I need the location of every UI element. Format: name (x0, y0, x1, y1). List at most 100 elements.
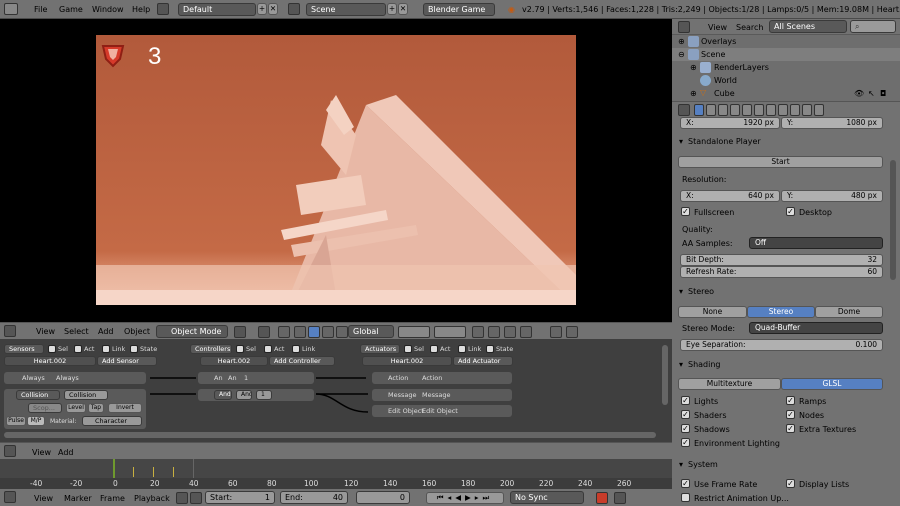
refresh-rate-field[interactable]: Refresh Rate: 60 (680, 266, 883, 278)
outliner-search-input[interactable]: ⌕ (850, 20, 896, 33)
timeline-menu-playback[interactable]: Playback (134, 492, 170, 505)
sensor-collision-type[interactable]: Collision (16, 390, 60, 400)
record-icon[interactable] (176, 492, 188, 504)
environment-lighting-checkbox[interactable]: ✓ (681, 438, 690, 447)
controllers-act-checkbox[interactable] (264, 345, 272, 353)
current-frame-field[interactable]: 0 (356, 491, 410, 504)
snap-icon[interactable] (504, 326, 516, 338)
sensors-link-checkbox[interactable] (102, 345, 110, 353)
system-panel-header[interactable]: System (676, 458, 886, 472)
manipulator-icon[interactable] (278, 326, 290, 338)
scene-field[interactable]: Scene (306, 3, 386, 16)
resolution-y-field[interactable]: Y: 480 px (781, 190, 883, 202)
logic-menu-add[interactable]: Add (58, 446, 74, 459)
outliner-item-overlays[interactable]: Overlays (701, 37, 736, 46)
add-actuator-select[interactable]: Add Actuator (453, 356, 513, 366)
viewport-shading-icon[interactable] (234, 326, 246, 338)
mp-button[interactable]: M/P (27, 416, 45, 426)
ramps-checkbox[interactable]: ✓ (786, 396, 795, 405)
render-anim-icon[interactable] (566, 326, 578, 338)
constraints-tab-icon[interactable] (754, 104, 764, 116)
controller-and-2-brick[interactable]: And And 1 (198, 389, 314, 401)
mode-select[interactable]: Object Mode (156, 325, 228, 338)
controller-2-name[interactable]: And (236, 390, 252, 400)
embedded-y-field[interactable]: Y: 1080 px (781, 117, 883, 129)
menu-add[interactable]: Add (98, 325, 114, 338)
outliner-item-renderlayers[interactable]: RenderLayers (714, 63, 769, 72)
controllers-sel-checkbox[interactable] (236, 345, 244, 353)
layers-grid-icon[interactable] (398, 326, 430, 338)
sensor-always-brick[interactable]: Always Always (4, 372, 146, 384)
menu-game[interactable]: Game (59, 3, 83, 16)
expand-icon[interactable]: ⊖ (678, 50, 685, 59)
render-engine-select[interactable]: Blender Game (423, 3, 495, 16)
outliner-row[interactable]: World (672, 74, 900, 87)
transform-orientation-icon[interactable] (336, 326, 348, 338)
shading-panel-header[interactable]: Shading (676, 358, 886, 372)
actuator-message-brick[interactable]: Message Message (372, 389, 512, 401)
desktop-checkbox[interactable]: ✓ (786, 207, 795, 216)
sensors-state-checkbox[interactable] (130, 345, 138, 353)
controller-1-state[interactable]: 1 (244, 374, 248, 382)
actuator-action-brick[interactable]: Action Action (372, 372, 512, 384)
menu-help[interactable]: Help (132, 3, 150, 16)
logic-editor-icon[interactable] (4, 445, 16, 457)
keying-set-icon[interactable] (614, 492, 626, 504)
scene-icon[interactable] (288, 3, 300, 15)
controller-2-state[interactable]: 1 (256, 390, 272, 400)
properties-scrollbar[interactable] (890, 160, 896, 280)
tap-button[interactable]: Tap (88, 403, 104, 413)
sensor-freq-field[interactable]: Scop... (28, 403, 62, 413)
stereo-panel-header[interactable]: Stereo (676, 285, 886, 299)
outliner-row[interactable]: ⊕ Overlays (672, 35, 900, 48)
expand-icon[interactable]: ⊕ (690, 63, 697, 72)
translate-icon[interactable] (294, 326, 306, 338)
outliner-row[interactable]: ⊖ Scene (672, 48, 900, 61)
controller-2-type[interactable]: And (214, 390, 232, 400)
use-frame-rate-checkbox[interactable]: ✓ (681, 479, 690, 488)
menu-object[interactable]: Object (124, 325, 150, 338)
layers-tab-icon[interactable] (706, 104, 716, 116)
outliner-item-world[interactable]: World (714, 76, 737, 85)
layers-grid-2-icon[interactable] (434, 326, 466, 338)
view3d-editor-icon[interactable] (4, 325, 16, 337)
embedded-x-field[interactable]: X: 1920 px (680, 117, 780, 129)
actuators-link-checkbox[interactable] (458, 345, 466, 353)
actuator-edit-type[interactable]: Edit Object (388, 407, 424, 415)
actuator-message-type[interactable]: Message (388, 391, 417, 399)
render-restrict-icon[interactable]: ◘ (880, 89, 886, 98)
start-frame-field[interactable]: Start: 1 (205, 491, 275, 504)
outliner-editor-icon[interactable] (678, 21, 690, 33)
stereo-none-button[interactable]: None (678, 306, 747, 318)
properties-editor-icon[interactable] (678, 104, 690, 116)
material-field[interactable]: Character (82, 416, 142, 426)
add-scene-button[interactable]: + (387, 3, 397, 15)
outliner-menu-view[interactable]: View (708, 21, 727, 34)
multitexture-button[interactable]: Multitexture (678, 378, 781, 390)
outliner-row[interactable]: ⊕ RenderLayers (672, 61, 900, 74)
world-tab-icon[interactable] (730, 104, 740, 116)
sensor-collision-brick[interactable]: Collision Collision Scop... Level Tap In… (4, 389, 146, 429)
aa-samples-select[interactable]: Off (749, 237, 883, 249)
menu-window[interactable]: Window (92, 3, 124, 16)
sensor-always-type[interactable]: Always (22, 374, 45, 382)
end-frame-field[interactable]: End: 40 (280, 491, 348, 504)
editor-type-icon[interactable] (4, 3, 18, 15)
object-tab-icon[interactable] (742, 104, 752, 116)
nodes-checkbox[interactable]: ✓ (786, 410, 795, 419)
invert-button[interactable]: Invert (108, 403, 142, 413)
texture-tab-icon[interactable] (802, 104, 812, 116)
snap-element-icon[interactable] (520, 326, 532, 338)
logic-vertical-scrollbar[interactable] (662, 345, 668, 405)
lights-checkbox[interactable]: ✓ (681, 396, 690, 405)
sync-mode-select[interactable]: No Sync (510, 491, 584, 504)
outliner-row[interactable]: ⊕ ▽ Cube 👁 ↖ ◘ (672, 87, 900, 100)
glsl-button[interactable]: GLSL (781, 378, 883, 390)
preview-range-icon[interactable] (190, 492, 202, 504)
stereo-stereo-button[interactable]: Stereo (747, 306, 815, 318)
actuators-sel-checkbox[interactable] (404, 345, 412, 353)
add-controller-select[interactable]: Add Controller (269, 356, 335, 366)
outliner-display-select[interactable]: All Scenes (769, 20, 847, 33)
remove-screen-button[interactable]: ✕ (268, 3, 278, 15)
fullscreen-checkbox[interactable]: ✓ (681, 207, 690, 216)
